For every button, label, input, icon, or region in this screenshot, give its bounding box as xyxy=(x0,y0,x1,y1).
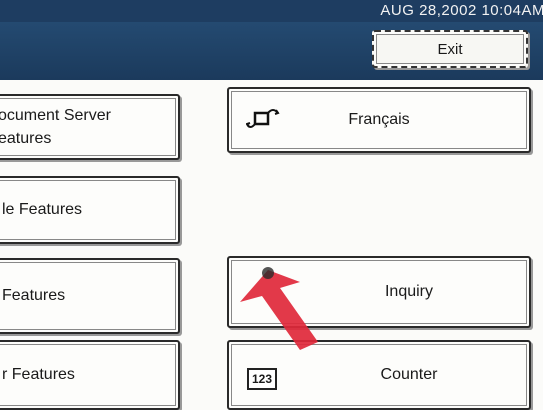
user-features-label: r Features xyxy=(2,366,75,383)
user-features-button[interactable]: r Features xyxy=(0,340,180,410)
features-button[interactable]: Features xyxy=(0,258,180,334)
status-bar: AUG 28,2002 10:04AM xyxy=(0,0,543,22)
language-label: Français xyxy=(348,111,410,128)
counter-label: Counter xyxy=(380,366,438,383)
inquiry-label: Inquiry xyxy=(384,283,434,300)
exit-button[interactable]: Exit xyxy=(372,30,528,68)
features-label: Features xyxy=(2,287,66,304)
language-button[interactable]: Français xyxy=(227,87,531,153)
counter-123-icon: 123 xyxy=(247,368,278,390)
file-features-button[interactable]: le Features xyxy=(0,176,180,244)
file-features-label: le Features xyxy=(2,201,83,218)
language-switch-icon xyxy=(246,109,280,128)
document-server-label-line2: eatures xyxy=(0,130,52,147)
counter-button[interactable]: 123 Counter xyxy=(227,340,531,410)
date-time: AUG 28,2002 10:04AM xyxy=(380,2,543,19)
document-server-label-line1: ocument Server xyxy=(0,107,111,124)
inquiry-button[interactable]: Inquiry xyxy=(227,256,531,328)
document-server-features-button[interactable]: ocument Server eatures xyxy=(0,94,180,160)
